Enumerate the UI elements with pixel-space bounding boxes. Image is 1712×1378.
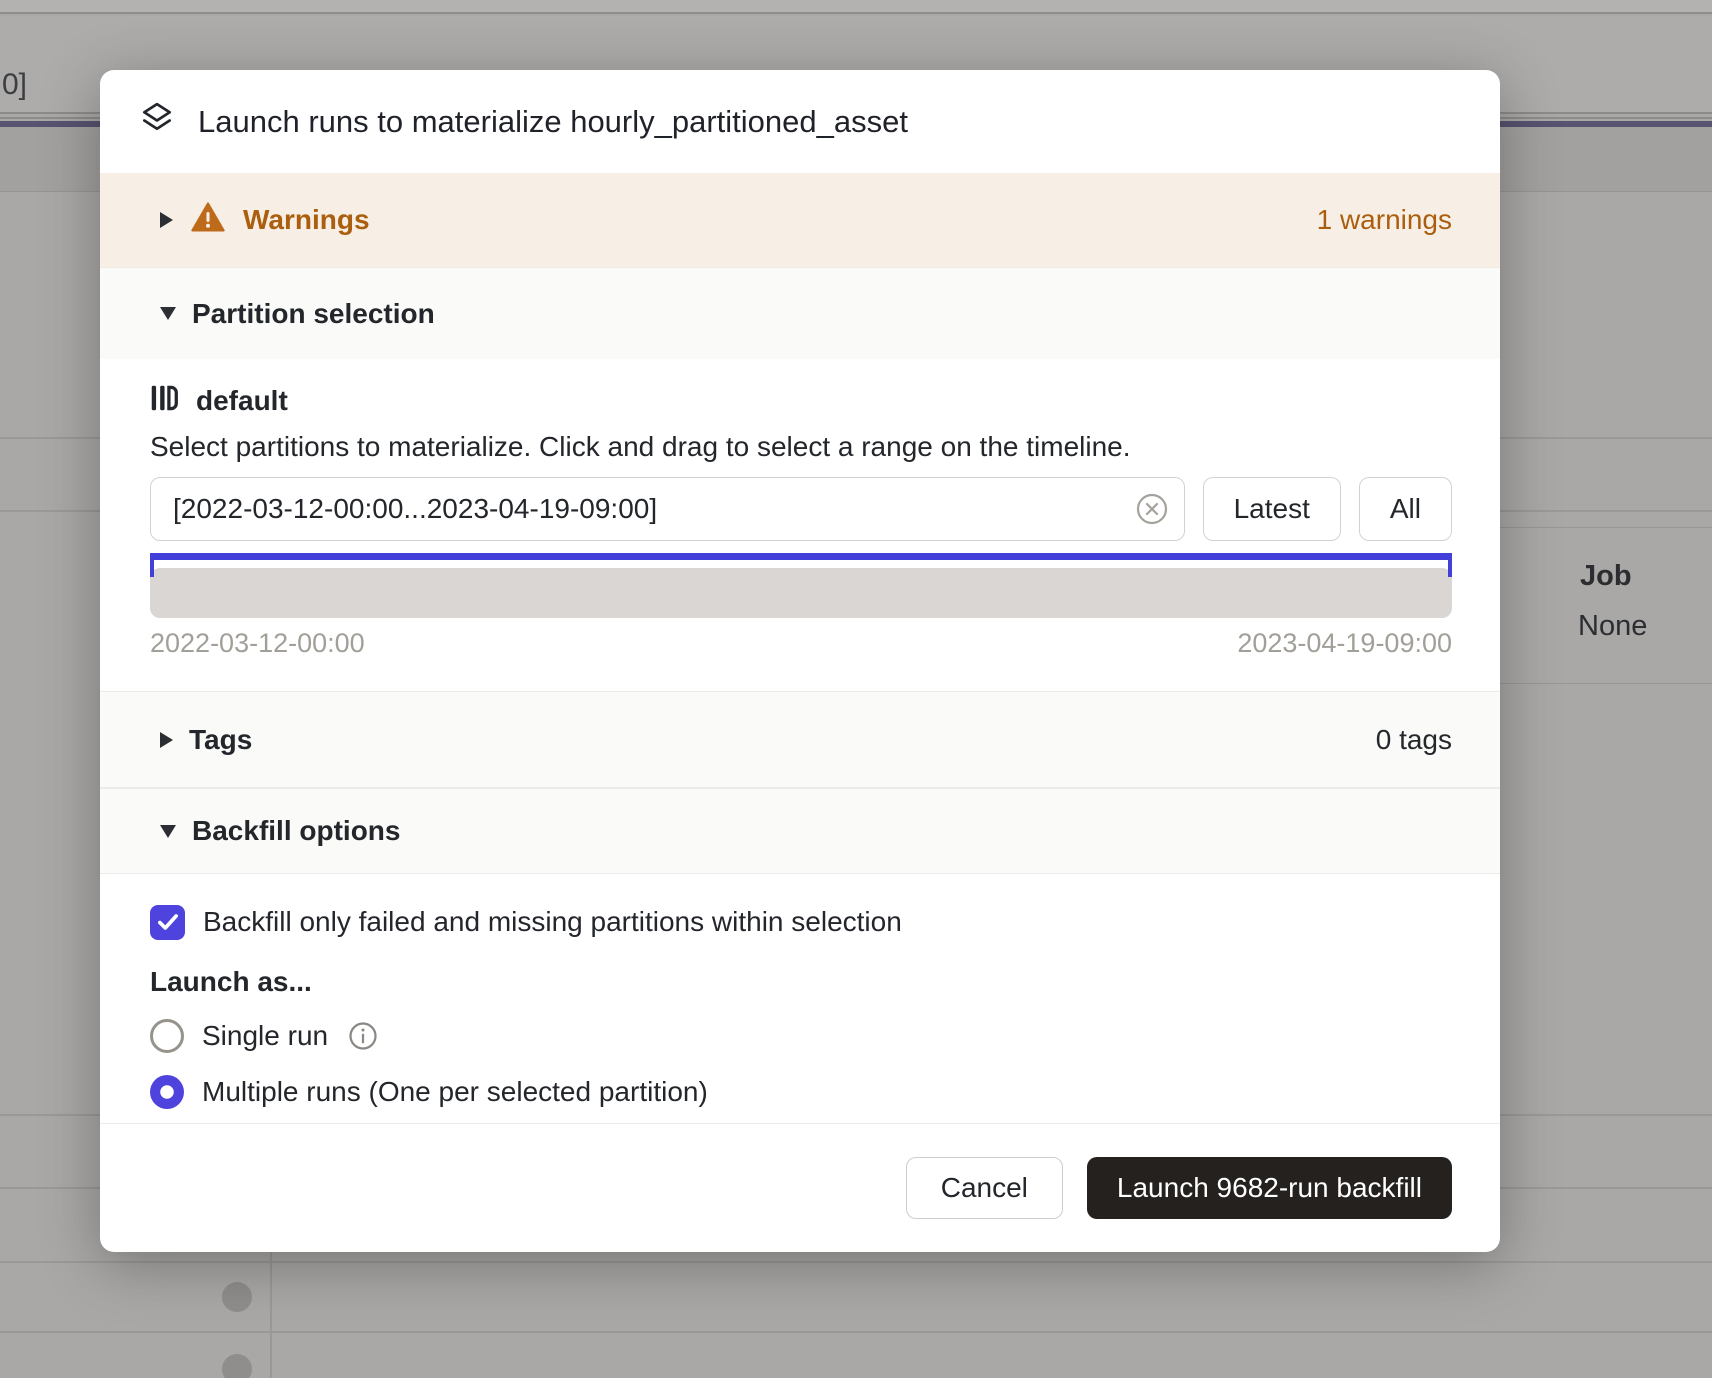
multiple-runs-radio[interactable]	[150, 1075, 184, 1109]
backfill-only-failed-checkbox[interactable]	[150, 905, 185, 940]
warnings-count: 1 warnings	[1317, 204, 1452, 236]
background-truncated-text: 0]	[2, 68, 27, 102]
tags-label: Tags	[189, 724, 252, 756]
backfill-options-label: Backfill options	[192, 815, 400, 847]
partition-range-input[interactable]	[150, 477, 1185, 541]
warnings-section-header[interactable]: Warnings 1 warnings	[100, 173, 1500, 267]
background-job-column-value: None	[1578, 610, 1647, 643]
background-job-column-header: Job	[1580, 560, 1632, 593]
partition-selection-body: default Select partitions to materialize…	[100, 359, 1500, 691]
backfill-only-failed-label: Backfill only failed and missing partiti…	[203, 906, 902, 938]
partition-selection-section-header[interactable]: Partition selection	[100, 267, 1500, 359]
tags-count: 0 tags	[1376, 724, 1452, 756]
all-button[interactable]: All	[1359, 477, 1452, 541]
background-row-dot	[222, 1354, 252, 1378]
range-end-label: 2023-04-19-09:00	[1237, 628, 1452, 659]
partition-helper-text: Select partitions to materialize. Click …	[150, 429, 1452, 465]
background-row-line	[0, 1331, 1712, 1333]
warnings-label: Warnings	[243, 204, 370, 236]
materialize-layers-icon	[138, 99, 176, 145]
latest-button[interactable]: Latest	[1203, 477, 1341, 541]
multiple-runs-label: Multiple runs (One per selected partitio…	[202, 1076, 708, 1108]
partition-range-input-wrap	[150, 477, 1185, 541]
background-top-strip	[0, 0, 1712, 14]
chevron-down-icon	[160, 825, 176, 838]
chevron-right-icon	[160, 212, 173, 228]
dialog-title: Launch runs to materialize hourly_partit…	[198, 104, 908, 140]
partition-selection-range-bar[interactable]	[150, 553, 1452, 560]
partition-dimension-icon	[150, 383, 178, 420]
backfill-options-section-header[interactable]: Backfill options	[100, 788, 1500, 874]
backfill-options-body: Backfill only failed and missing partiti…	[100, 874, 1500, 1123]
launch-backfill-button[interactable]: Launch 9682-run backfill	[1087, 1157, 1452, 1219]
cancel-button[interactable]: Cancel	[906, 1157, 1063, 1219]
tags-section-header[interactable]: Tags 0 tags	[100, 691, 1500, 788]
dialog-header: Launch runs to materialize hourly_partit…	[100, 70, 1500, 173]
single-run-option-row: Single run	[150, 1016, 1452, 1056]
chevron-right-icon	[160, 732, 173, 748]
partition-input-row: Latest All	[150, 477, 1452, 541]
clear-selection-button[interactable]	[1135, 492, 1169, 526]
single-run-radio[interactable]	[150, 1019, 184, 1053]
dimension-name: default	[196, 385, 288, 417]
backfill-only-failed-row: Backfill only failed and missing partiti…	[150, 904, 1452, 940]
chevron-down-icon	[160, 307, 176, 320]
launch-backfill-dialog: Launch runs to materialize hourly_partit…	[100, 70, 1500, 1252]
warning-triangle-icon	[191, 201, 225, 240]
dialog-footer: Cancel Launch 9682-run backfill	[100, 1123, 1500, 1252]
launch-as-label: Launch as...	[150, 964, 1452, 1000]
dimension-row: default	[150, 383, 1452, 419]
partition-health-bar[interactable]	[150, 568, 1452, 618]
background-row-dot	[222, 1282, 252, 1312]
partition-selection-label: Partition selection	[192, 298, 435, 330]
multiple-runs-option-row: Multiple runs (One per selected partitio…	[150, 1072, 1452, 1112]
background-row-line	[0, 1261, 1712, 1263]
circle-x-icon	[1135, 514, 1169, 529]
partition-range-labels: 2022-03-12-00:00 2023-04-19-09:00	[150, 628, 1452, 659]
range-start-label: 2022-03-12-00:00	[150, 628, 365, 659]
info-circle-icon[interactable]	[348, 1021, 378, 1051]
single-run-label: Single run	[202, 1020, 328, 1052]
